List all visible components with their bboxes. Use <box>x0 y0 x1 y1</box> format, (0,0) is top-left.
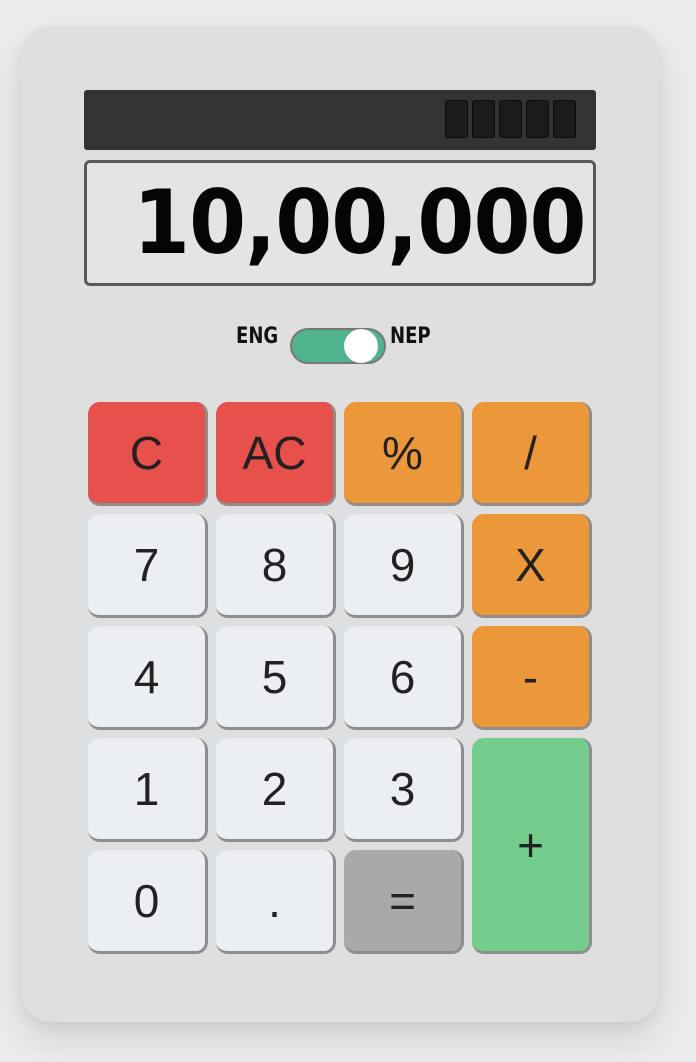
all-clear-button[interactable]: AC <box>216 402 336 506</box>
solar-panel <box>84 90 596 150</box>
toggle-knob[interactable] <box>344 329 378 363</box>
digit-8-button[interactable]: 8 <box>216 514 336 618</box>
digit-3-button[interactable]: 3 <box>344 738 464 842</box>
minus-button[interactable]: - <box>472 626 592 730</box>
digit-6-button[interactable]: 6 <box>344 626 464 730</box>
decimal-button[interactable]: . <box>216 850 336 954</box>
digit-1-button[interactable]: 1 <box>88 738 208 842</box>
multiply-button[interactable]: X <box>472 514 592 618</box>
language-label-eng: ENG <box>236 324 279 349</box>
solar-cell <box>445 100 468 138</box>
digit-0-button[interactable]: 0 <box>88 850 208 954</box>
digit-7-button[interactable]: 7 <box>88 514 208 618</box>
divide-button[interactable]: / <box>472 402 592 506</box>
language-toggle[interactable] <box>290 328 386 364</box>
clear-button[interactable]: C <box>88 402 208 506</box>
solar-cell <box>553 100 576 138</box>
solar-cell <box>499 100 522 138</box>
percent-button[interactable]: % <box>344 402 464 506</box>
digit-4-button[interactable]: 4 <box>88 626 208 730</box>
display-screen: 10,00,000 <box>84 160 596 286</box>
calculator-body: 10,00,000 ENG NEP C AC % / 7 8 9 X 4 5 6… <box>20 26 660 1022</box>
equals-button[interactable]: = <box>344 850 464 954</box>
solar-cell <box>526 100 549 138</box>
digit-2-button[interactable]: 2 <box>216 738 336 842</box>
digit-5-button[interactable]: 5 <box>216 626 336 730</box>
display-value: 10,00,000 <box>132 171 586 274</box>
solar-cell <box>472 100 495 138</box>
digit-9-button[interactable]: 9 <box>344 514 464 618</box>
solar-cells <box>445 100 576 138</box>
plus-button[interactable]: + <box>472 738 592 954</box>
language-label-nep: NEP <box>390 324 431 349</box>
